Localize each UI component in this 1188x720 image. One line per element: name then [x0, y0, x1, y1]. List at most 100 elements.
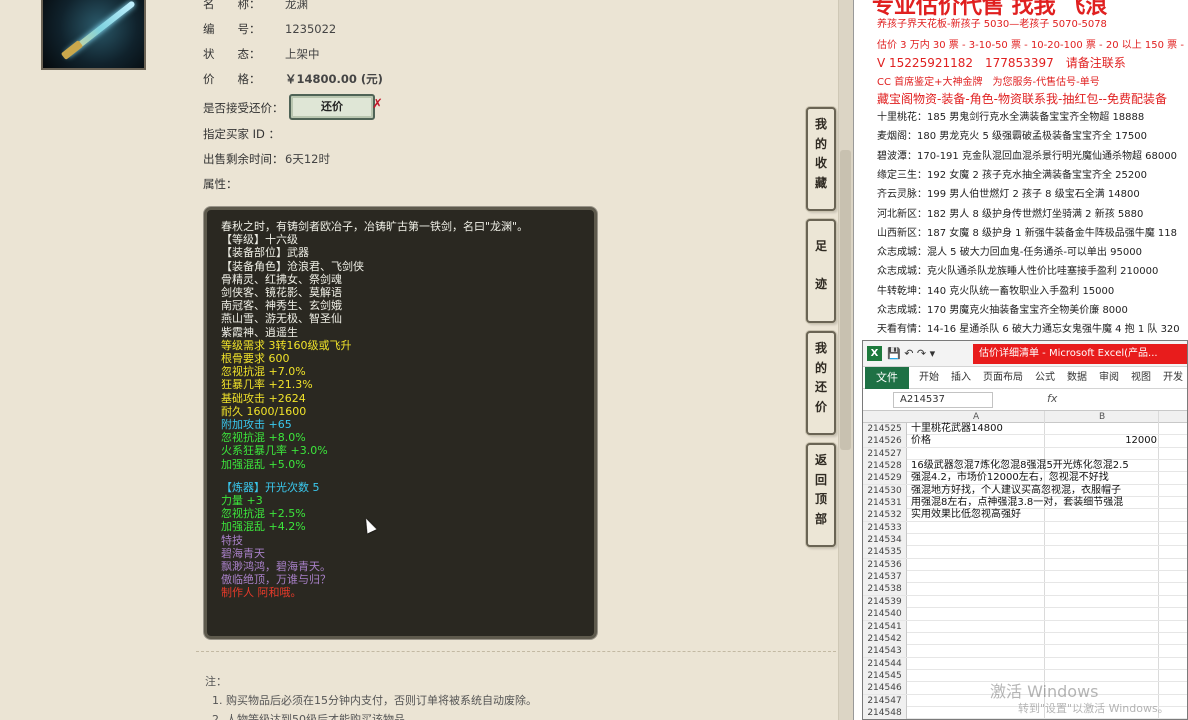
close-x-icon: ✗: [372, 97, 383, 112]
ribbon-tab-view[interactable]: 视图: [1131, 367, 1151, 389]
spreadsheet-row[interactable]: 214536: [863, 558, 1187, 572]
notes-listing-row: 齐云灵脉：199 男人伯世燃灯 2 孩子 8 级宝石全满 14800: [877, 189, 1140, 201]
attributes-row: 属性：: [203, 176, 285, 192]
cell-b[interactable]: 12000: [1045, 435, 1157, 447]
ribbon-tab-review[interactable]: 审阅: [1099, 367, 1119, 389]
ribbon-tab-home[interactable]: 开始: [919, 367, 939, 389]
row-number[interactable]: 214536: [863, 558, 907, 571]
spreadsheet-row[interactable]: 214535: [863, 546, 1187, 559]
spreadsheet-row[interactable]: 214533: [863, 521, 1187, 535]
row-number[interactable]: 214533: [863, 521, 907, 534]
spreadsheet-row[interactable]: 214544: [863, 657, 1187, 670]
ribbon-tab-insert[interactable]: 插入: [951, 367, 971, 389]
item-price-label: 价 格：: [203, 72, 261, 86]
description-line: 南冠客、神秀生、玄剑娥: [221, 299, 342, 313]
side-tab-footprints[interactable]: 足迹: [806, 219, 836, 323]
name-box[interactable]: A214537: [893, 392, 993, 408]
spreadsheet-row[interactable]: 214543: [863, 645, 1187, 658]
row-number[interactable]: 214540: [863, 608, 907, 621]
notes-listing-row: 河北新区：182 男人 8 级护身传世燃灯坐骑满 2 新孩 5880: [877, 208, 1144, 220]
spreadsheet-row[interactable]: 214531 用强混8左右，点神强混3.8一对，套装细节强混: [863, 497, 1187, 510]
row-number[interactable]: 214544: [863, 657, 907, 670]
column-header-b[interactable]: B: [1099, 411, 1105, 423]
cell-a[interactable]: 实用效果比低忽视高强好: [911, 509, 1021, 521]
row-number[interactable]: 214535: [863, 546, 907, 559]
item-name-value: 龙渊: [285, 0, 308, 11]
spreadsheet-row[interactable]: 214542: [863, 632, 1187, 646]
spreadsheet-row[interactable]: 214530 强混地方好找，个人建议买高忽视混，衣服帽子: [863, 484, 1187, 498]
spreadsheet-row[interactable]: 214526 价格 12000: [863, 435, 1187, 448]
description-line: 附加攻击 +65: [221, 418, 292, 432]
description-line: 火系狂暴几率 +3.0%: [221, 444, 328, 458]
sword-hilt-graphic: [60, 40, 84, 60]
description-line: 特技: [221, 533, 243, 547]
row-number[interactable]: 214545: [863, 669, 907, 682]
row-number[interactable]: 214529: [863, 472, 907, 485]
spreadsheet-row[interactable]: 214538: [863, 583, 1187, 596]
side-tab-my-offers[interactable]: 我的还价: [806, 331, 836, 435]
spreadsheet-row[interactable]: 214534: [863, 534, 1187, 547]
cell-a[interactable]: 价格: [911, 435, 931, 447]
spreadsheet-row[interactable]: 214539: [863, 595, 1187, 609]
cell-a[interactable]: 强混地方好找，个人建议买高忽视混，衣服帽子: [911, 485, 1121, 497]
row-number[interactable]: 214546: [863, 682, 907, 695]
item-price-value: ￥14800.00 (元): [285, 72, 383, 86]
row-number[interactable]: 214547: [863, 694, 907, 707]
ribbon-tab-page-layout[interactable]: 页面布局: [983, 367, 1023, 389]
row-number[interactable]: 214548: [863, 706, 907, 719]
side-tab-back-to-top-label: 返回顶部: [814, 453, 827, 526]
cell-a[interactable]: 用强混8左右，点神强混3.8一对，套装细节强混: [911, 497, 1123, 509]
spreadsheet-row[interactable]: 214537: [863, 571, 1187, 584]
row-number[interactable]: 214525: [863, 423, 907, 435]
excel-file-tab[interactable]: 文件: [865, 367, 909, 389]
quick-access-toolbar[interactable]: 💾 ↶ ↷ ▾: [887, 347, 935, 360]
spreadsheet-grid[interactable]: 214525 十里桃花武器14800 214526 价格 12000 214527 2145…: [863, 423, 1187, 719]
ribbon-tab-data[interactable]: 数据: [1067, 367, 1087, 389]
description-gap: [221, 471, 580, 481]
cell-a[interactable]: 强混4.2，市场价12000左右，忽视混不好找: [911, 472, 1109, 484]
spreadsheet-row[interactable]: 214527: [863, 447, 1187, 461]
spreadsheet-row[interactable]: 214528 16级武器忽混7炼化忽混8强混5开光炼化忽混2.5: [863, 460, 1187, 473]
spreadsheet-row[interactable]: 214540: [863, 608, 1187, 621]
row-number[interactable]: 214538: [863, 583, 907, 596]
spreadsheet-row[interactable]: 214532 实用效果比低忽视高强好: [863, 509, 1187, 522]
row-number[interactable]: 214526: [863, 435, 907, 448]
row-number[interactable]: 214528: [863, 460, 907, 473]
ribbon-tab-formulas[interactable]: 公式: [1035, 367, 1055, 389]
row-number[interactable]: 214534: [863, 534, 907, 547]
description-line: 耐久 1600/1600: [221, 404, 307, 418]
page-scrollbar-thumb[interactable]: [840, 150, 851, 450]
column-header-a[interactable]: A: [973, 411, 979, 423]
row-number[interactable]: 214527: [863, 447, 907, 460]
notes-listing-row: 众志成城：克火队通杀队龙族睡人性价比哇塞接手盈利 210000: [877, 266, 1159, 278]
side-tab-favorites[interactable]: 我的收藏: [806, 107, 836, 211]
fx-icon[interactable]: fx: [1047, 392, 1057, 405]
description-line: 忽视抗混 +7.0%: [221, 365, 306, 379]
description-line: 剑侠客、镜花影、莫解语: [221, 286, 342, 300]
description-line: 飘渺鸿鸿，碧海青天。: [221, 560, 331, 574]
item-status-value: 上架中: [285, 47, 320, 61]
row-number[interactable]: 214542: [863, 632, 907, 645]
notes-listing-row: 众志成城：170 男魔克火抽装备宝宝齐全物美价廉 8000: [877, 305, 1128, 316]
ribbon-tab-developer[interactable]: 开发工: [1163, 367, 1187, 405]
row-number[interactable]: 214543: [863, 645, 907, 658]
row-number[interactable]: 214532: [863, 509, 907, 522]
description-line: 力量 +3: [221, 494, 263, 508]
description-line: 制作人 阿和哦。: [221, 586, 302, 600]
row-number[interactable]: 214537: [863, 571, 907, 584]
spreadsheet-row[interactable]: 214525 十里桃花武器14800: [863, 423, 1187, 436]
description-line: 燕山雪、游无极、智圣仙: [221, 312, 342, 326]
notes-listing-row: 麦烟阁：180 男龙克火 5 级强霸破孟极装备宝宝齐全 17500: [877, 131, 1147, 143]
row-number[interactable]: 214539: [863, 595, 907, 608]
row-number[interactable]: 214530: [863, 484, 907, 497]
cell-a[interactable]: 16级武器忽混7炼化忽混8强混5开光炼化忽混2.5: [911, 460, 1129, 472]
notes-red-line-4: CC 首席鉴定+大神金牌 为您服务-代售估号-单号: [877, 77, 1100, 88]
spreadsheet-row[interactable]: 214529 强混4.2，市场价12000左右，忽视混不好找: [863, 472, 1187, 485]
spreadsheet-row[interactable]: 214541: [863, 620, 1187, 633]
cell-a[interactable]: 十里桃花武器14800: [911, 423, 1003, 435]
time-left-value: 6天12时: [285, 152, 330, 166]
side-tab-back-to-top[interactable]: 返回顶部: [806, 443, 836, 547]
row-number[interactable]: 214531: [863, 497, 907, 510]
row-number[interactable]: 214541: [863, 620, 907, 633]
counter-offer-button[interactable]: 还价: [289, 94, 375, 120]
